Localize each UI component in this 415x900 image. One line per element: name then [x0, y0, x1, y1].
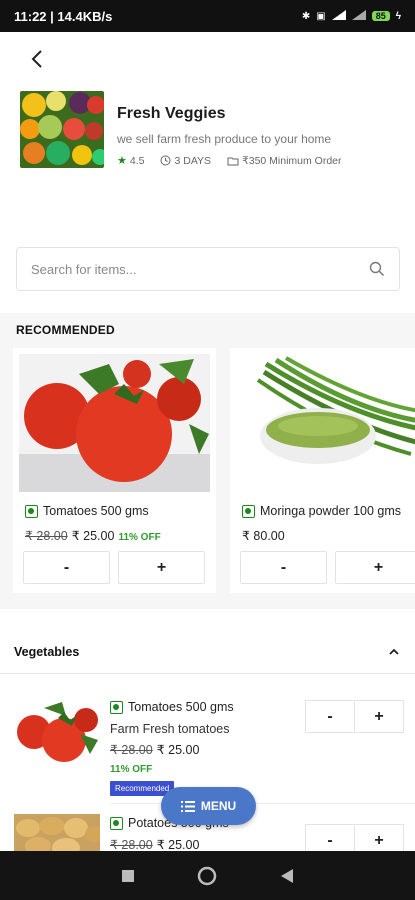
delivery-value: 3 DAYS — [174, 154, 212, 167]
back-button[interactable] — [22, 44, 52, 74]
search-input[interactable] — [31, 261, 369, 277]
recommended-item-price: ₹ 80.00 — [242, 528, 285, 543]
minimum-order: ₹350 Minimum Order — [227, 154, 342, 167]
list-icon — [180, 800, 195, 812]
old-price: ₹ 28.00 — [25, 529, 68, 543]
old-price: ₹ 28.00 — [110, 743, 153, 757]
recommended-card-moringa[interactable]: Moringa powder 100 gms ₹ 80.00 - + — [230, 348, 415, 593]
back-arrow-icon — [31, 50, 42, 68]
price: ₹ 25.00 — [156, 743, 200, 757]
signal-icon — [331, 9, 346, 23]
discount: 11% OFF — [110, 764, 153, 775]
decrement-button[interactable]: - — [240, 551, 327, 584]
decrement-button[interactable]: - — [306, 701, 355, 732]
store-header: Fresh Veggies we sell farm fresh produce… — [20, 91, 400, 169]
list-item-tomatoes[interactable]: Tomatoes 500 gms Farm Fresh tomatoes ₹ 2… — [0, 684, 415, 796]
discount: 11% OFF — [118, 532, 161, 543]
battery-icon: 85 — [371, 11, 390, 21]
sim-icon: ▣ — [316, 10, 326, 22]
status-bar: 11:22 | 14.4KB/s ✱ ▣ 85 ϟ — [0, 0, 415, 32]
veg-indicator-icon — [25, 504, 38, 518]
divider — [110, 803, 415, 804]
store-description: we sell farm fresh produce to your home — [117, 132, 332, 146]
back-nav-icon[interactable] — [280, 868, 294, 884]
signal-icon-2 — [351, 9, 366, 23]
menu-button[interactable]: MENU — [161, 787, 256, 825]
bluetooth-icon: ✱ — [301, 10, 311, 22]
system-nav-bar — [0, 851, 415, 900]
item-name: Tomatoes 500 gms — [110, 700, 234, 714]
minimum-order-value: ₹350 Minimum Order — [242, 154, 342, 167]
recommended-card-tomatoes[interactable]: Tomatoes 500 gms ₹ 28.00 ₹ 25.00 11% OFF… — [13, 348, 216, 593]
rating-value: 4.5 — [129, 154, 145, 167]
increment-button[interactable]: + — [118, 551, 205, 584]
increment-button[interactable]: + — [335, 551, 415, 584]
store-meta: ★ 4.5 3 DAYS ₹350 Minimum Order — [117, 154, 342, 168]
item-name-text: Tomatoes 500 gms — [128, 700, 234, 714]
item-name-text: Moringa powder 100 gms — [260, 504, 402, 518]
decrement-button[interactable]: - — [306, 825, 355, 851]
tomatoes-image — [14, 698, 100, 764]
menu-button-label: MENU — [200, 799, 237, 813]
search-icon[interactable] — [369, 261, 385, 277]
recommended-section: RECOMMENDED Tomatoes 500 gms ₹ 28.00 ₹ 2… — [0, 313, 415, 609]
item-name-text: Tomatoes 500 gms — [43, 504, 149, 518]
recommended-item-name: Moringa powder 100 gms — [242, 504, 401, 518]
quantity-stepper: - + — [305, 824, 404, 851]
potatoes-image — [14, 814, 100, 851]
decrement-button[interactable]: - — [23, 551, 110, 584]
recommended-item-price: ₹ 28.00 ₹ 25.00 11% OFF — [25, 528, 161, 543]
status-icons: ✱ ▣ 85 ϟ — [301, 9, 401, 23]
quantity-stepper: - + — [23, 551, 205, 584]
delivery-time: 3 DAYS — [160, 155, 211, 167]
tomatoes-image — [19, 354, 210, 492]
price: ₹ 80.00 — [242, 529, 285, 543]
increment-button[interactable]: + — [355, 701, 403, 732]
category-title: Vegetables — [14, 644, 80, 659]
clock-icon — [160, 155, 171, 166]
old-price: ₹ 28.00 — [110, 838, 153, 851]
veg-indicator-icon — [110, 816, 123, 830]
store-image — [20, 91, 104, 168]
home-icon[interactable] — [197, 866, 217, 886]
charging-icon: ϟ — [395, 10, 401, 22]
price: ₹ 25.00 — [71, 529, 115, 543]
folder-icon — [227, 157, 239, 165]
item-price: ₹ 28.00 ₹ 25.00 — [110, 837, 199, 851]
search-bar[interactable] — [16, 247, 400, 291]
vegetables-category-header[interactable]: Vegetables — [0, 630, 415, 674]
moringa-image — [236, 354, 415, 492]
star-icon: ★ — [117, 155, 127, 167]
veg-indicator-icon — [242, 504, 255, 518]
recents-icon[interactable] — [121, 869, 135, 883]
quantity-stepper: - + — [305, 700, 404, 733]
item-description: Farm Fresh tomatoes — [110, 722, 230, 736]
recommended-item-name: Tomatoes 500 gms — [25, 504, 149, 518]
increment-button[interactable]: + — [355, 825, 403, 851]
quantity-stepper: - + — [240, 551, 415, 584]
chevron-up-icon[interactable] — [389, 648, 399, 656]
store-name: Fresh Veggies — [117, 105, 226, 122]
rating: ★ 4.5 — [117, 154, 145, 168]
item-price: ₹ 28.00 ₹ 25.00 — [110, 742, 199, 757]
veg-indicator-icon — [110, 700, 123, 714]
price: ₹ 25.00 — [156, 838, 200, 851]
recommended-title: RECOMMENDED — [16, 323, 115, 337]
status-time: 11:22 | 14.4KB/s — [14, 8, 113, 24]
